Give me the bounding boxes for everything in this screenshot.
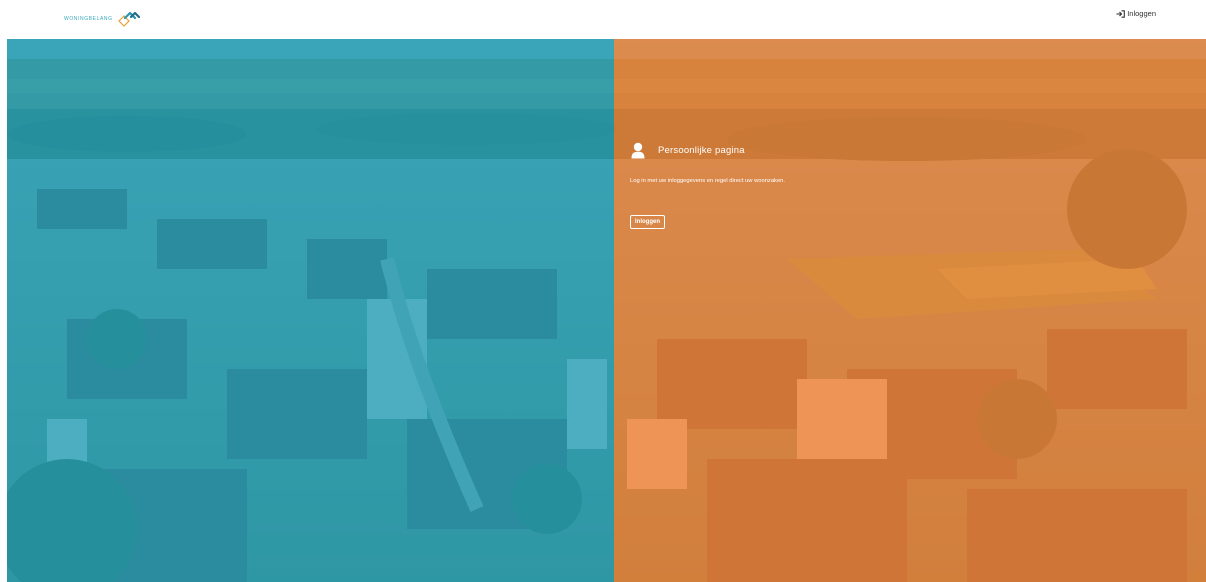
logo-text: WONINGBELANG [64, 16, 113, 22]
sign-in-icon [1116, 9, 1126, 18]
login-card-title: Persoonlijke pagina [658, 145, 745, 156]
header-login-label: Inloggen [1127, 9, 1156, 18]
hero-banner [7, 39, 1206, 582]
login-card-header: Persoonlijke pagina [631, 142, 950, 159]
login-card-description: Log in met uw inloggegevens en regel dir… [630, 178, 786, 184]
header-login-link[interactable]: Inloggen [1116, 9, 1156, 18]
logo-icon [117, 11, 140, 27]
top-navbar: WONINGBELANG Inloggen [0, 0, 1206, 38]
brand-logo[interactable]: WONINGBELANG [64, 8, 143, 30]
login-card: Persoonlijke pagina Log in met uw inlogg… [630, 142, 950, 229]
hero-overlay-right [614, 39, 1206, 582]
hero-overlay-left [7, 39, 614, 582]
login-button[interactable]: Inloggen [630, 215, 665, 229]
user-icon [631, 142, 645, 159]
